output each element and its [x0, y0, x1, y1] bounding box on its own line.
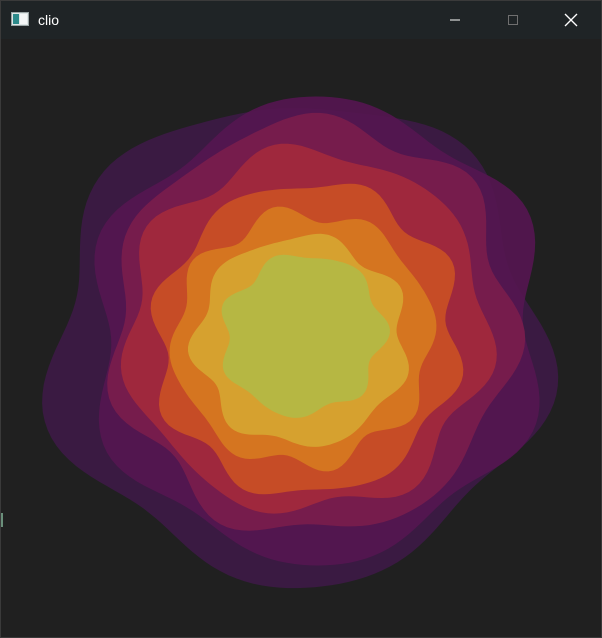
contour-visualization [42, 96, 559, 589]
minimize-icon [450, 19, 460, 21]
close-icon [564, 13, 578, 27]
maximize-button[interactable] [490, 1, 536, 39]
maximize-icon [508, 15, 518, 25]
close-button[interactable] [548, 1, 594, 39]
app-icon [11, 12, 29, 26]
window-edge-mark [1, 513, 3, 527]
title-bar[interactable]: clio [1, 1, 601, 39]
app-window: clio [0, 0, 602, 638]
minimize-button[interactable] [432, 1, 478, 39]
window-title: clio [38, 12, 60, 28]
render-canvas[interactable] [1, 39, 601, 637]
